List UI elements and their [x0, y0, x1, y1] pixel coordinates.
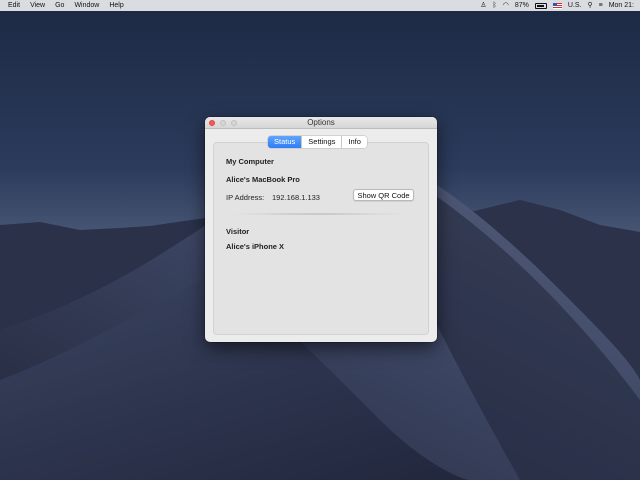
input-source-label[interactable]: U.S.	[568, 0, 582, 11]
bluetooth-icon[interactable]: ᛒ	[493, 0, 497, 11]
show-qr-code-button[interactable]: Show QR Code	[353, 189, 414, 201]
window-controls	[209, 120, 237, 126]
window-titlebar[interactable]: Options	[205, 117, 437, 129]
visitor-name: Alice's iPhone X	[226, 242, 285, 251]
battery-icon[interactable]	[534, 2, 547, 9]
menu-window[interactable]: Window	[74, 2, 99, 9]
ip-address-label: IP Address:	[226, 193, 265, 202]
siri-icon[interactable]: ≡	[599, 0, 603, 11]
tab-settings[interactable]: Settings	[301, 136, 342, 148]
menu-view[interactable]: View	[30, 2, 45, 9]
person-icon[interactable]: ♙	[480, 0, 486, 11]
menu-bar-left: Edit View Go Window Help	[0, 2, 124, 9]
menu-go[interactable]: Go	[55, 2, 64, 9]
ip-address-value: 192.168.1.133	[272, 193, 320, 202]
options-window: Options My Computer Alice's MacBook Pro …	[205, 117, 437, 342]
tab-content-panel: My Computer Alice's MacBook Pro IP Addre…	[213, 142, 429, 335]
minimize-button[interactable]	[220, 120, 226, 126]
clock[interactable]: Mon 21:	[609, 0, 634, 11]
visitor-heading: Visitor	[226, 227, 250, 236]
flag-icon[interactable]	[552, 2, 562, 9]
wifi-icon[interactable]: ◠	[503, 0, 509, 11]
menu-help[interactable]: Help	[109, 2, 123, 9]
menu-bar: Edit View Go Window Help ♙ ᛒ ◠ 87% U.S. …	[0, 0, 640, 11]
tab-bar: Status Settings Info	[268, 136, 367, 148]
tab-status[interactable]: Status	[268, 136, 302, 148]
computer-name: Alice's MacBook Pro	[226, 175, 300, 184]
close-button[interactable]	[209, 120, 215, 126]
tab-info[interactable]: Info	[341, 136, 367, 148]
search-icon[interactable]: ⚲	[587, 0, 592, 11]
menu-bar-right: ♙ ᛒ ◠ 87% U.S. ⚲ ≡ Mon 21:	[480, 0, 640, 11]
section-divider	[227, 213, 411, 215]
menu-edit[interactable]: Edit	[8, 2, 20, 9]
battery-percent[interactable]: 87%	[515, 0, 529, 11]
my-computer-heading: My Computer	[226, 157, 274, 166]
zoom-button[interactable]	[231, 120, 237, 126]
window-title: Options	[307, 118, 335, 127]
